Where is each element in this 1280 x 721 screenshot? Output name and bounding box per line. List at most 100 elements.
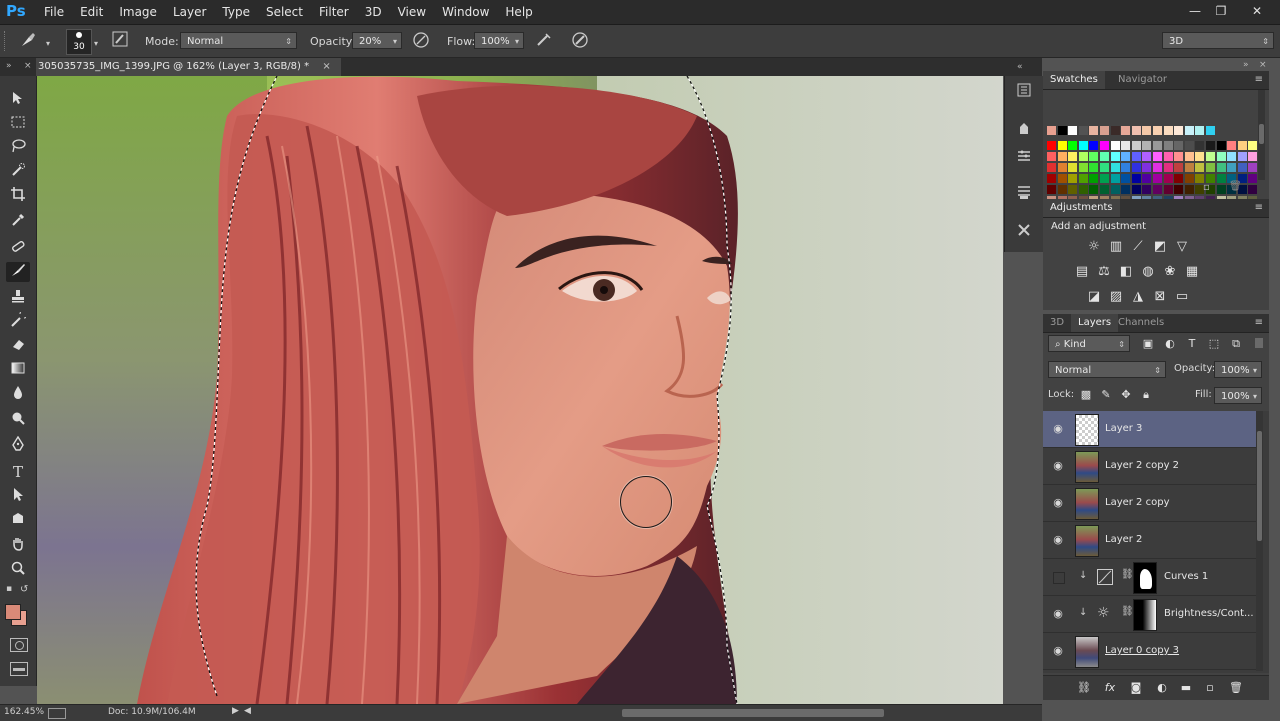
opacity-field[interactable]: 20% ▾	[352, 32, 402, 49]
swatch[interactable]	[1057, 185, 1067, 194]
foreground-color-swatch[interactable]	[5, 604, 21, 620]
delete-layer-icon[interactable]: 🗑	[1227, 679, 1245, 697]
swatch[interactable]	[1100, 185, 1109, 194]
filter-smart-object-icon[interactable]: ⧉	[1227, 335, 1245, 353]
swatch[interactable]	[1163, 141, 1173, 150]
brush-size-caret[interactable]: ▾	[94, 39, 98, 48]
tab-adjustments[interactable]: Adjustments	[1043, 199, 1120, 217]
swap-colors-icon[interactable]: ↺	[20, 584, 28, 595]
swatch[interactable]	[1153, 185, 1162, 194]
layer-row-brightness-contrast[interactable]: ◉ ↓ ☼ ⛓ Brightness/Cont...	[1043, 596, 1256, 633]
collapse-toolbar-icon[interactable]: »	[6, 61, 12, 71]
swatch[interactable]	[1227, 152, 1237, 161]
add-mask-icon[interactable]: ◙	[1127, 679, 1145, 697]
swatch[interactable]	[1047, 141, 1056, 150]
posterize-icon[interactable]: ▨	[1107, 288, 1125, 306]
swatch[interactable]	[1184, 174, 1194, 183]
swatch[interactable]	[1089, 126, 1099, 135]
hue-saturation-icon[interactable]: ▤	[1073, 263, 1091, 281]
swatch[interactable]	[1057, 141, 1067, 150]
new-swatch-icon[interactable]: ▫	[1203, 182, 1210, 193]
layer-style-icon[interactable]: fx	[1101, 679, 1119, 697]
tab-3d[interactable]: 3D	[1043, 314, 1071, 332]
swatch[interactable]	[1153, 126, 1162, 135]
levels-icon[interactable]: ▥	[1107, 238, 1125, 256]
link-layers-icon[interactable]: ⛓	[1075, 679, 1093, 697]
panel-menu-icon[interactable]: ≡	[1255, 314, 1263, 332]
swatch[interactable]	[1047, 152, 1056, 161]
swatch[interactable]	[1142, 174, 1152, 183]
type-tool-icon[interactable]: T	[6, 462, 30, 482]
layer-opacity-field[interactable]: 100% ▾	[1214, 361, 1262, 378]
quick-selection-tool-icon[interactable]	[6, 162, 30, 182]
swatch[interactable]	[1047, 185, 1056, 194]
blend-mode-dropdown[interactable]: Normal ⇕	[1048, 361, 1166, 378]
swatch[interactable]	[1100, 163, 1109, 172]
close-document-icon[interactable]: ×	[322, 61, 330, 72]
swatch[interactable]	[1195, 163, 1205, 172]
swatch[interactable]	[1121, 185, 1131, 194]
pressure-opacity-icon[interactable]	[411, 31, 431, 51]
layer-row-layer-3[interactable]: ◉ Layer 3	[1043, 411, 1256, 448]
menu-select[interactable]: Select	[258, 0, 311, 24]
document-tab[interactable]: 305035735_IMG_1399.JPG @ 162% (Layer 3, …	[36, 58, 341, 76]
swatch[interactable]	[1089, 163, 1099, 172]
scroll-left-arrow-icon[interactable]: ◀	[244, 706, 251, 716]
swatch[interactable]	[1216, 185, 1226, 194]
swatch[interactable]	[1068, 126, 1078, 135]
flow-field[interactable]: 100% ▾	[474, 32, 524, 49]
filter-toggle[interactable]	[1255, 338, 1263, 348]
swatch[interactable]	[1121, 174, 1131, 183]
history-panel-icon[interactable]	[1013, 82, 1035, 104]
pen-tool-icon[interactable]	[6, 435, 30, 456]
swatch[interactable]	[1216, 141, 1226, 150]
filter-type-icon[interactable]: T	[1183, 335, 1201, 353]
swatch[interactable]	[1153, 163, 1162, 172]
swatch[interactable]	[1078, 163, 1088, 172]
vibrance-icon[interactable]: ▽	[1173, 238, 1191, 256]
swatch[interactable]	[1237, 141, 1247, 150]
gradient-map-icon[interactable]: ▭	[1173, 288, 1191, 306]
swatch[interactable]	[1110, 185, 1120, 194]
threshold-icon[interactable]: ◮	[1129, 288, 1147, 306]
properties-panel-icon[interactable]	[1013, 148, 1035, 170]
crop-tool-icon[interactable]	[6, 186, 30, 206]
swatch[interactable]	[1174, 126, 1184, 135]
close-window-button[interactable]: ✕	[1246, 2, 1268, 20]
layers-scroll-thumb[interactable]	[1257, 431, 1262, 541]
swatch[interactable]	[1121, 141, 1131, 150]
swatch[interactable]	[1068, 152, 1078, 161]
brush-size-picker[interactable]: 30	[66, 29, 92, 55]
layer-name[interactable]: Brightness/Cont...	[1164, 596, 1254, 632]
swatch[interactable]	[1237, 152, 1247, 161]
menu-edit[interactable]: Edit	[72, 0, 111, 24]
swatch[interactable]	[1184, 141, 1194, 150]
tools-cross-icon[interactable]	[1013, 222, 1035, 244]
hand-tool-icon[interactable]	[6, 536, 30, 556]
layer-mask-thumbnail[interactable]	[1133, 599, 1157, 631]
menu-3d[interactable]: 3D	[357, 0, 390, 24]
menu-filter[interactable]: Filter	[311, 0, 357, 24]
blur-tool-icon[interactable]	[6, 384, 30, 404]
screen-mode-icon[interactable]	[10, 662, 28, 676]
zoom-tool-icon[interactable]	[6, 560, 30, 580]
tool-presets-icon[interactable]	[1013, 120, 1035, 142]
swatch[interactable]	[1153, 152, 1162, 161]
swatches-scrollbar[interactable]	[1258, 90, 1265, 180]
invert-icon[interactable]: ◪	[1085, 288, 1103, 306]
swatch[interactable]	[1068, 141, 1078, 150]
chain-link-icon[interactable]: ⛓	[1121, 569, 1134, 580]
swatch[interactable]	[1131, 174, 1141, 183]
brightness-contrast-icon[interactable]: ☼	[1085, 238, 1103, 256]
swatch[interactable]	[1078, 141, 1088, 150]
swatch[interactable]	[1110, 163, 1120, 172]
swatch[interactable]	[1195, 126, 1205, 135]
visibility-eye-icon[interactable]: ◉	[1051, 644, 1065, 658]
pressure-size-icon[interactable]	[570, 31, 590, 51]
swatch[interactable]	[1057, 152, 1067, 161]
menu-window[interactable]: Window	[434, 0, 497, 24]
workspace-dropdown[interactable]: 3D ⇕	[1162, 32, 1274, 49]
swatch[interactable]	[1142, 152, 1152, 161]
swatch[interactable]	[1174, 185, 1184, 194]
swatch[interactable]	[1153, 174, 1162, 183]
